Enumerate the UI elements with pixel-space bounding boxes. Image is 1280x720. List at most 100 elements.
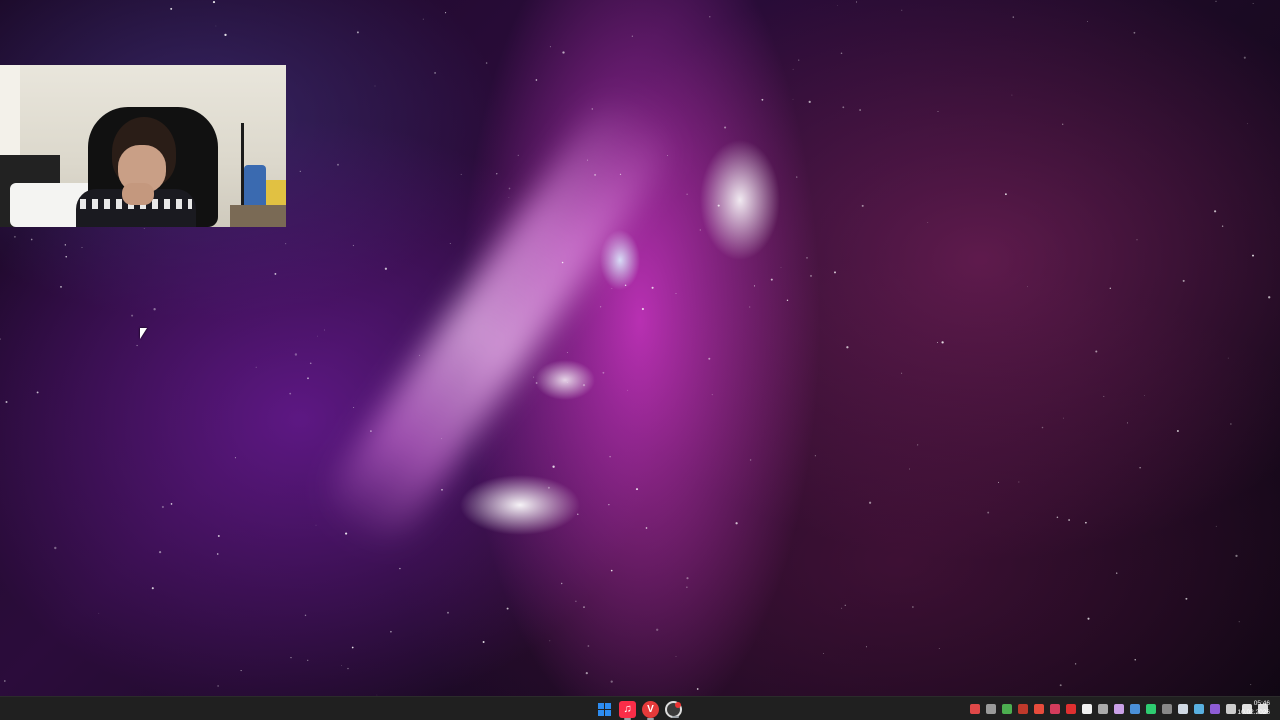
- star: [583, 606, 585, 608]
- star: [1235, 554, 1238, 558]
- star: [1185, 597, 1188, 600]
- star: [535, 382, 538, 384]
- star: [1063, 417, 1064, 419]
- app-tray-icon-9[interactable]: [1130, 704, 1140, 714]
- windows-logo-icon[interactable]: [596, 701, 613, 718]
- star: [347, 667, 349, 670]
- star: [1144, 395, 1145, 396]
- star: [624, 284, 627, 287]
- running-indicator: [672, 715, 679, 718]
- obs-record-icon[interactable]: [665, 700, 682, 718]
- star: [161, 505, 164, 509]
- app-tray-icon-2[interactable]: [1002, 704, 1012, 714]
- vivaldi-browser-icon[interactable]: V: [642, 700, 659, 720]
- app-tray-icon-1[interactable]: [986, 704, 996, 714]
- star: [708, 357, 711, 360]
- microphone-icon[interactable]: [1050, 704, 1060, 714]
- star: [98, 612, 100, 614]
- star: [641, 307, 644, 311]
- app-tray-icon-6[interactable]: [1082, 704, 1092, 714]
- star: [792, 98, 794, 100]
- app-tray-icon-12[interactable]: [1194, 704, 1204, 714]
- star: [1012, 16, 1015, 18]
- star: [1238, 621, 1240, 623]
- star: [1247, 123, 1248, 125]
- music-note-icon[interactable]: ♫: [619, 700, 636, 720]
- star: [841, 607, 843, 609]
- webcam-person-hand: [122, 183, 154, 205]
- star: [441, 489, 443, 491]
- star: [912, 606, 914, 608]
- mouse-cursor-icon: [140, 328, 147, 339]
- star: [1059, 684, 1062, 687]
- star: [434, 71, 437, 74]
- app-tray-icon-7[interactable]: [1098, 704, 1108, 714]
- star: [602, 371, 605, 374]
- star: [808, 100, 811, 104]
- star: [341, 665, 342, 667]
- steam-icon[interactable]: [1178, 704, 1188, 714]
- star: [143, 228, 145, 229]
- star: [1085, 521, 1087, 524]
- star: [1018, 481, 1020, 483]
- star: [1133, 31, 1136, 34]
- star: [535, 79, 538, 81]
- star: [240, 670, 242, 672]
- star: [315, 524, 317, 526]
- star: [324, 329, 325, 331]
- star: [987, 511, 990, 514]
- star: [3, 680, 6, 682]
- star: [686, 586, 688, 588]
- star: [780, 267, 782, 268]
- star: [419, 354, 420, 356]
- star: [1136, 239, 1138, 241]
- record-icon[interactable]: [970, 704, 980, 714]
- star: [798, 59, 800, 61]
- star: [696, 688, 699, 690]
- star: [599, 306, 602, 308]
- star: [517, 154, 519, 157]
- app-tray-icon-11[interactable]: [1162, 704, 1172, 714]
- star: [153, 308, 156, 311]
- star: [587, 159, 588, 161]
- app-tray-icon-13[interactable]: [1210, 704, 1220, 714]
- star: [840, 52, 843, 55]
- app-tray-icon-10[interactable]: [1146, 704, 1156, 714]
- star: [770, 278, 773, 281]
- app-tray-icon-4[interactable]: [1034, 704, 1044, 714]
- taskbar-clock[interactable]: 05:46 10.02.2026: [1237, 699, 1270, 717]
- star: [561, 261, 564, 264]
- star: [345, 532, 348, 535]
- star: [1221, 225, 1224, 227]
- app-tray-icon-8[interactable]: [1114, 704, 1124, 714]
- app-tray-icon-14[interactable]: [1226, 704, 1236, 714]
- star: [585, 672, 588, 675]
- star: [65, 256, 67, 258]
- star: [212, 1, 216, 4]
- running-indicator: [624, 717, 631, 720]
- app-tray-icon-3[interactable]: [1018, 704, 1028, 714]
- star: [667, 155, 668, 156]
- star: [587, 645, 590, 647]
- star: [1103, 395, 1105, 397]
- star: [1230, 423, 1232, 425]
- star: [927, 222, 929, 224]
- star: [1134, 659, 1136, 661]
- star: [717, 204, 720, 207]
- star: [823, 653, 824, 654]
- star: [1252, 254, 1254, 257]
- star: [1095, 350, 1098, 353]
- star: [1227, 357, 1229, 359]
- star: [299, 170, 301, 173]
- star: [374, 85, 376, 87]
- star: [508, 187, 511, 190]
- star: [627, 389, 629, 391]
- clock-time: 05:46: [1253, 700, 1270, 707]
- star: [1250, 684, 1252, 686]
- star: [216, 553, 219, 555]
- app-tray-icon-5[interactable]: [1066, 704, 1076, 714]
- star: [1127, 422, 1129, 424]
- start-button[interactable]: [598, 702, 611, 716]
- star: [846, 346, 849, 349]
- star: [1182, 279, 1185, 282]
